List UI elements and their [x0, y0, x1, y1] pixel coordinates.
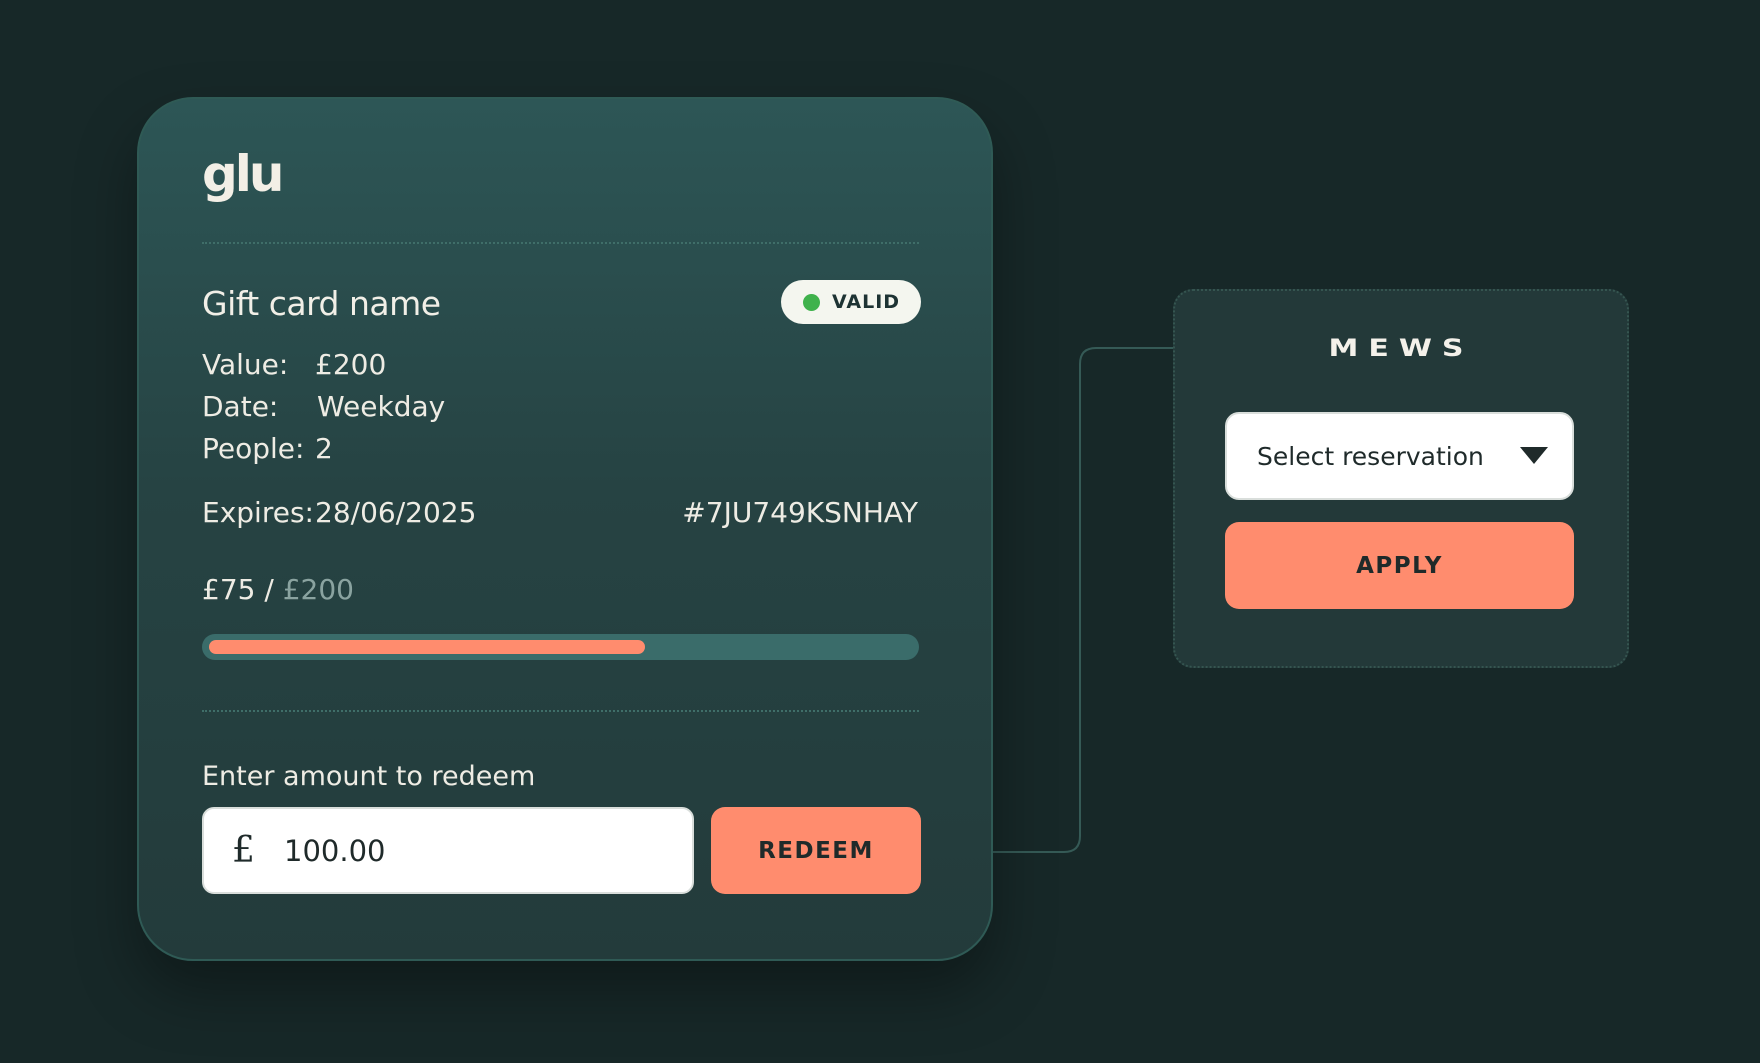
expiry-row: Expires:28/06/2025 — [202, 496, 476, 529]
apply-button[interactable]: APPLY — [1225, 522, 1574, 609]
date-label: Date: — [202, 390, 279, 423]
people-label: People: — [202, 432, 305, 465]
balance-text: £75 / £200 — [202, 573, 354, 606]
balance-progress-fill — [209, 640, 645, 654]
detail-row-date: Date: Weekday — [202, 386, 445, 428]
status-badge-label: VALID — [832, 291, 901, 313]
people-value: 2 — [315, 432, 333, 465]
balance-used: £75 — [202, 573, 256, 606]
mews-logo: MEWS — [1328, 334, 1474, 363]
reservation-select-label: Select reservation — [1257, 441, 1484, 471]
detail-row-people: People: 2 — [202, 428, 445, 470]
expires-label: Expires: — [202, 496, 314, 529]
redeem-amount-value[interactable]: 100.00 — [284, 834, 385, 868]
detail-row-value: Value: £200 — [202, 344, 445, 386]
expires-value: 28/06/2025 — [315, 496, 477, 529]
divider — [202, 710, 919, 712]
glu-logo: glu — [202, 145, 285, 203]
balance-separator: / — [255, 573, 283, 606]
divider — [202, 242, 919, 244]
status-badge: VALID — [781, 280, 921, 324]
redeem-amount-input[interactable]: £ 100.00 — [202, 807, 694, 894]
gift-card-code: #7JU749KSNHAY — [682, 496, 918, 529]
redeem-amount-label: Enter amount to redeem — [202, 761, 536, 792]
currency-symbol: £ — [232, 830, 255, 871]
caret-down-icon[interactable] — [1520, 447, 1548, 464]
balance-progress-bar — [202, 634, 919, 660]
reservation-select[interactable]: Select reservation — [1225, 412, 1574, 500]
status-dot-icon — [803, 293, 820, 311]
balance-total: £200 — [282, 573, 354, 606]
gift-card-panel: glu Gift card name VALID Value: £200 Dat… — [137, 97, 993, 961]
date-value: Weekday — [317, 390, 446, 423]
value-amount: £200 — [315, 348, 387, 381]
value-label: Value: — [202, 348, 289, 381]
mews-panel: MEWS Select reservation APPLY — [1173, 289, 1629, 668]
redeem-button[interactable]: REDEEM — [711, 807, 921, 894]
gift-card-title: Gift card name — [202, 284, 441, 323]
gift-card-details: Value: £200 Date: Weekday People: 2 — [202, 344, 445, 470]
